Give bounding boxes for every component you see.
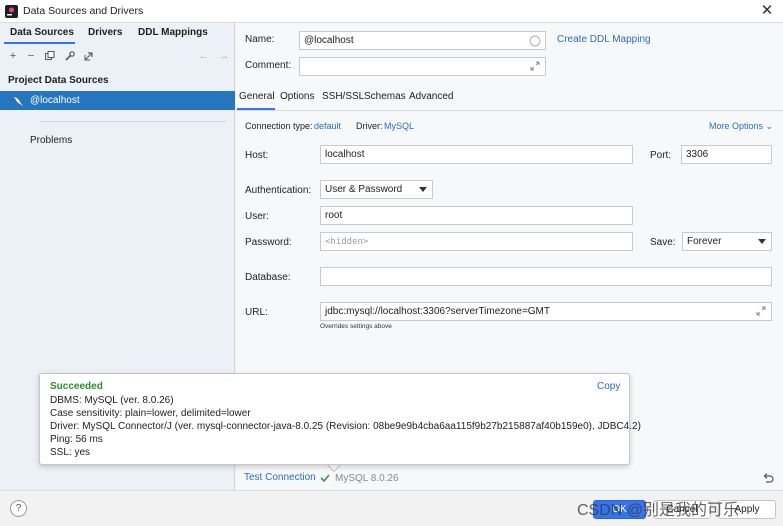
left-toolbar: + − ← → [0,45,235,67]
host-field[interactable]: localhost [320,145,633,164]
expand-icon[interactable] [755,305,767,317]
tab-drivers[interactable]: Drivers [88,27,122,38]
database-label: Database: [245,272,291,283]
case-sensitivity-line: Case sensitivity: plain=lower, delimited… [50,408,251,419]
problems-item[interactable]: Problems [30,135,72,146]
more-options-label: More Options [709,121,764,131]
authentication-label: Authentication: [245,185,312,196]
url-field[interactable]: jdbc:mysql://localhost:3306?serverTimezo… [320,302,772,321]
status-succeeded: Succeeded [50,381,103,392]
plus-icon[interactable]: + [5,47,21,65]
save-label: Save: [650,237,676,248]
active-tab-underline [4,42,75,44]
forward-arrow-icon[interactable]: → [216,47,232,65]
url-label: URL: [245,307,268,318]
chevron-down-icon: ⌄ [765,121,774,131]
mysql-version-text: MySQL 8.0.26 [335,473,399,484]
help-icon[interactable]: ? [10,500,27,517]
tab-general[interactable]: General [239,91,275,102]
close-icon[interactable]: ✕ [758,2,776,20]
dropdown-arrow-icon [419,187,427,192]
tab-data-sources[interactable]: Data Sources [10,27,74,38]
authentication-select[interactable]: User & Password [320,180,433,199]
datagrip-app-icon [5,5,18,18]
ssl-line: SSL: yes [50,447,91,458]
ping-line: Ping: 56 ms [50,434,103,445]
wrench-icon[interactable] [62,47,78,65]
save-value: Forever [687,236,722,247]
driver-label: Driver: [356,121,383,131]
password-field[interactable]: <hidden> [320,232,633,251]
port-field[interactable]: 3306 [681,145,772,164]
tab-schemas[interactable]: Schemas [364,91,406,102]
save-select[interactable]: Forever [682,232,772,251]
data-source-item-localhost[interactable]: @localhost [0,91,235,110]
check-icon [320,474,330,483]
undo-icon[interactable] [762,472,774,484]
more-options-link[interactable]: More Options ⌄ [709,121,773,132]
project-data-sources-heading: Project Data Sources [8,75,109,86]
database-field[interactable] [320,267,772,286]
tab-ssh-ssl[interactable]: SSH/SSL [322,91,364,102]
name-field-value: @localhost [304,35,354,46]
tab-ddl-mappings[interactable]: DDL Mappings [138,27,208,38]
connection-type-label: Connection type: [245,121,313,131]
copy-link[interactable]: Copy [597,381,620,392]
dbms-line: DBMS: MySQL (ver. 8.0.26) [50,395,174,406]
password-label: Password: [245,237,292,248]
test-connection-link[interactable]: Test Connection [244,472,316,483]
url-field-value: jdbc:mysql://localhost:3306?serverTimezo… [325,306,550,317]
expand-icon[interactable] [529,60,541,72]
jump-icon[interactable] [81,47,97,65]
tab-advanced[interactable]: Advanced [409,91,453,102]
name-field[interactable]: @localhost [299,31,546,50]
driver-line: Driver: MySQL Connector/J (ver. mysql-co… [50,421,641,432]
duplicate-icon[interactable] [42,47,58,65]
window-title: Data Sources and Drivers [23,5,144,17]
comment-field[interactable] [299,57,546,76]
port-label: Port: [650,150,672,161]
color-circle-icon[interactable] [529,35,541,47]
authentication-value: User & Password [325,184,403,195]
back-arrow-icon[interactable]: ← [196,47,212,65]
user-label: User: [245,211,269,222]
driver-link[interactable]: MySQL [384,121,414,131]
dropdown-arrow-icon [758,239,766,244]
url-hint: Overrides settings above [320,323,392,330]
comment-label: Comment: [245,60,292,71]
host-label: Host: [245,150,269,161]
data-source-label: @localhost [30,95,80,106]
connection-type-link[interactable]: default [314,121,341,131]
password-placeholder: <hidden> [325,237,369,247]
csdn-watermark: CSDN @别是我的可乐 [577,502,740,519]
user-field[interactable]: root [320,206,633,225]
test-connection-result-popup: Succeeded Copy DBMS: MySQL (ver. 8.0.26)… [39,373,641,465]
minus-icon[interactable]: − [23,47,39,65]
tab-divider [236,110,783,111]
mysql-dolphin-icon [13,97,23,106]
tab-options[interactable]: Options [280,91,314,102]
create-ddl-mapping-link[interactable]: Create DDL Mapping [557,34,651,45]
left-divider [40,121,226,122]
left-tabs: Data Sources Drivers DDL Mappings [0,23,235,45]
name-label: Name: [245,34,275,45]
